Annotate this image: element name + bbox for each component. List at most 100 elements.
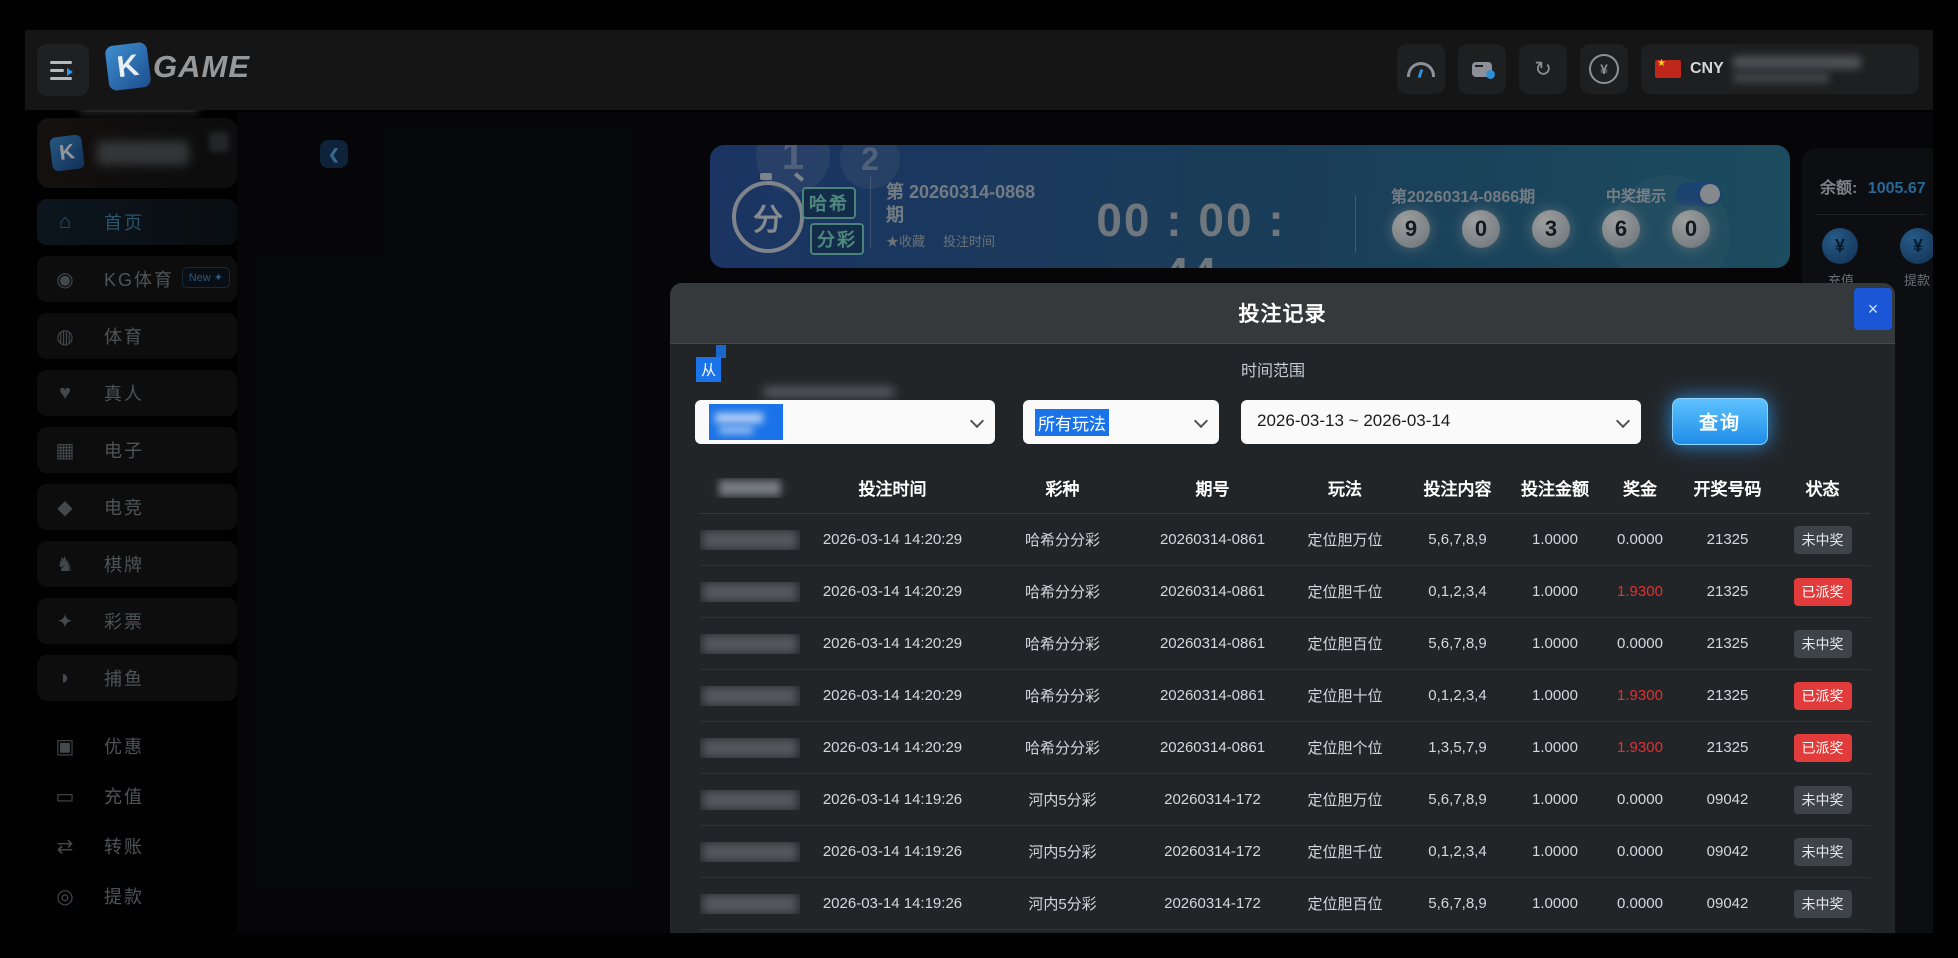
prize-cell: 0.0000 <box>1600 791 1680 808</box>
redacted-text <box>702 686 798 706</box>
column-header: 彩种 <box>985 475 1140 500</box>
selection-artifact <box>716 345 726 358</box>
bet-content-cell: 0,1,2,3,4 <box>1405 687 1510 704</box>
status-badge-paid: 已派奖 <box>1794 578 1852 606</box>
column-header: 开奖号码 <box>1680 475 1775 500</box>
modal-header: 投注记录 × <box>670 283 1895 344</box>
speed-gauge-icon <box>1407 62 1435 77</box>
redacted-filter-label <box>764 387 894 397</box>
currency-exchange-button[interactable]: ¥ <box>1580 44 1628 94</box>
draw-number-cell: 21325 <box>1680 687 1775 704</box>
status-badge: 未中奖 <box>1775 630 1870 658</box>
logo-text: GAME <box>153 49 250 85</box>
bet-content-cell: 5,6,7,8,9 <box>1405 635 1510 652</box>
column-header: 期号 <box>1140 475 1285 500</box>
redacted-account-cell <box>700 686 800 706</box>
draw-number-cell: 09042 <box>1680 895 1775 912</box>
period-cell: 20260314-172 <box>1140 791 1285 808</box>
chevron-down-icon <box>1194 414 1208 428</box>
draw-number-cell: 09042 <box>1680 791 1775 808</box>
bet-time-cell: 2026-03-14 14:20:29 <box>800 531 985 548</box>
table-row: 2026-03-14 14:20:29哈希分分彩20260314-0861定位胆… <box>700 618 1870 670</box>
account-currency-chip[interactable]: CNY <box>1641 44 1919 94</box>
status-badge-lose: 未中奖 <box>1794 890 1852 918</box>
status-badge-paid: 已派奖 <box>1794 682 1852 710</box>
prize-cell: 0.0000 <box>1600 531 1680 548</box>
chevron-down-icon <box>1616 414 1630 428</box>
status-badge-lose: 未中奖 <box>1794 630 1852 658</box>
play-type-value: 所有玩法 <box>1035 409 1109 436</box>
lottery-cell: 哈希分分彩 <box>985 737 1140 758</box>
column-header: 投注内容 <box>1405 475 1510 500</box>
redacted-text <box>702 530 798 550</box>
bet-content-cell: 0,1,2,3,4 <box>1405 843 1510 860</box>
play-type-select[interactable]: 所有玩法 <box>1023 400 1219 444</box>
column-header: 玩法 <box>1285 475 1405 500</box>
close-icon[interactable]: × <box>1854 288 1892 330</box>
menu-toggle-button[interactable] <box>37 44 89 96</box>
wallet-button[interactable] <box>1458 44 1506 94</box>
table-row: 2026-03-14 14:19:26河内5分彩20260314-172定位胆万… <box>700 774 1870 826</box>
status-badge: 未中奖 <box>1775 838 1870 866</box>
speed-gauge-button[interactable] <box>1397 44 1445 94</box>
refresh-icon: ↻ <box>1534 57 1552 82</box>
date-range-value: 2026-03-13 ~ 2026-03-14 <box>1257 411 1450 431</box>
status-badge: 已派奖 <box>1775 734 1870 762</box>
bet-records-modal: 投注记录 × 从 时间范围 所有玩法 2026-03-13 ~ 2026-03-… <box>670 283 1895 933</box>
status-badge-lose: 未中奖 <box>1794 786 1852 814</box>
table-row: 2026-03-14 14:19:26河内5分彩20260314-172定位胆千… <box>700 826 1870 878</box>
lottery-cell: 哈希分分彩 <box>985 581 1140 602</box>
currency-exchange-icon: ¥ <box>1589 54 1619 84</box>
table-header-row: 投注时间彩种期号玩法投注内容投注金额奖金开奖号码状态 <box>700 462 1870 514</box>
prize-cell: 0.0000 <box>1600 895 1680 912</box>
table-row: 2026-03-14 14:20:29哈希分分彩20260314-0861定位胆… <box>700 514 1870 566</box>
app-screen: K GAME ↻ ¥ CNY K ⌂首页◉KG体育New ✦◍体育♥真人▦电子◆… <box>0 0 1958 958</box>
top-header: K GAME ↻ ¥ CNY <box>25 30 1933 110</box>
period-cell: 20260314-0861 <box>1140 583 1285 600</box>
lottery-cell: 哈希分分彩 <box>985 685 1140 706</box>
column-header: 投注金额 <box>1510 475 1600 500</box>
redacted-text <box>702 790 798 810</box>
bet-time-cell: 2026-03-14 14:20:29 <box>800 687 985 704</box>
date-range-select[interactable]: 2026-03-13 ~ 2026-03-14 <box>1241 400 1641 444</box>
table-row: 2026-03-14 14:19:26河内5分彩20260314-172定位胆百… <box>700 878 1870 930</box>
header-actions: ↻ ¥ CNY <box>1397 44 1919 94</box>
account-select[interactable] <box>695 400 995 444</box>
prize-cell: 1.9300 <box>1600 739 1680 756</box>
period-cell: 20260314-0861 <box>1140 739 1285 756</box>
brand-logo[interactable]: K GAME <box>107 44 250 89</box>
status-badge-lose: 未中奖 <box>1794 526 1852 554</box>
query-button[interactable]: 查询 <box>1672 398 1768 445</box>
status-badge: 未中奖 <box>1775 890 1870 918</box>
draw-number-cell: 21325 <box>1680 583 1775 600</box>
bet-time-cell: 2026-03-14 14:20:29 <box>800 635 985 652</box>
cn-flag-icon <box>1655 60 1681 78</box>
column-header: 状态 <box>1775 475 1870 500</box>
redacted-account-cell <box>700 530 800 550</box>
lottery-cell: 哈希分分彩 <box>985 529 1140 550</box>
play-type-cell: 定位胆千位 <box>1285 581 1405 602</box>
bet-amount-cell: 1.0000 <box>1510 531 1600 548</box>
play-type-cell: 定位胆百位 <box>1285 893 1405 914</box>
redacted-text <box>702 634 798 654</box>
prize-cell: 0.0000 <box>1600 635 1680 652</box>
prize-cell: 0.0000 <box>1600 843 1680 860</box>
draw-number-cell: 21325 <box>1680 635 1775 652</box>
play-type-cell: 定位胆百位 <box>1285 633 1405 654</box>
hamburger-icon <box>50 61 72 64</box>
draw-number-cell: 09042 <box>1680 843 1775 860</box>
column-header: 奖金 <box>1600 475 1680 500</box>
lottery-cell: 河内5分彩 <box>985 893 1140 914</box>
refresh-button[interactable]: ↻ <box>1519 44 1567 94</box>
bet-amount-cell: 1.0000 <box>1510 739 1600 756</box>
bet-content-cell: 5,6,7,8,9 <box>1405 895 1510 912</box>
lottery-cell: 哈希分分彩 <box>985 633 1140 654</box>
redacted-account-cell <box>700 894 800 914</box>
bet-time-cell: 2026-03-14 14:20:29 <box>800 583 985 600</box>
bet-records-table: 投注时间彩种期号玩法投注内容投注金额奖金开奖号码状态 2026-03-14 14… <box>700 462 1870 930</box>
period-cell: 20260314-0861 <box>1140 531 1285 548</box>
period-cell: 20260314-172 <box>1140 843 1285 860</box>
redacted-text <box>702 894 798 914</box>
bet-amount-cell: 1.0000 <box>1510 895 1600 912</box>
period-cell: 20260314-172 <box>1140 895 1285 912</box>
